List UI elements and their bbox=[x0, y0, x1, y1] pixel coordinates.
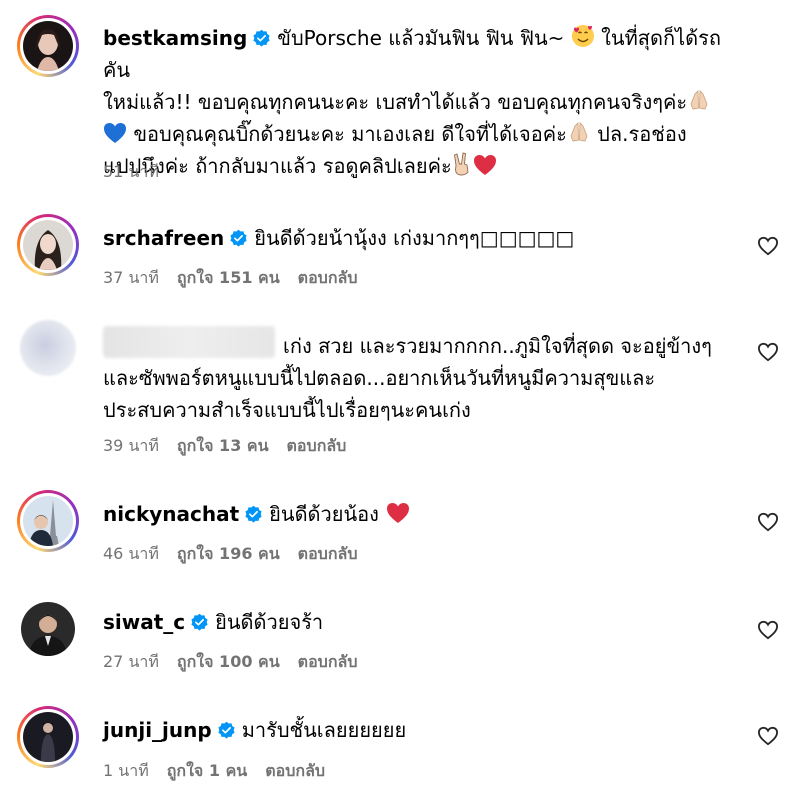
comment-body: และซัพพอร์ตหนูแบบนี้ไปตลอด...อยากเห็นวัน… bbox=[103, 366, 656, 390]
likes-count[interactable]: ถูกใจ 196 คน bbox=[177, 544, 280, 563]
comment-item: srchafreen ยินดีด้วยน้านุ้งง เก่งมากๆๆ□□□… bbox=[0, 214, 800, 294]
comment-meta: 37 นาที ถูกใจ 151 คน ตอบกลับ bbox=[103, 266, 375, 291]
avatar-ring[interactable] bbox=[17, 706, 79, 768]
reply-button[interactable]: ตอบกลับ bbox=[298, 544, 358, 563]
comment-time[interactable]: 37 นาที bbox=[103, 268, 159, 287]
verified-badge-icon bbox=[230, 229, 247, 247]
comment-time[interactable]: 39 นาที bbox=[103, 436, 159, 455]
caption: bestkamsing ขับPorsche แล้วมันฟิน ฟิน ฟิน… bbox=[0, 10, 800, 185]
smiling-face-with-hearts-icon bbox=[571, 25, 594, 47]
avatar-ring[interactable] bbox=[17, 490, 79, 552]
comment-body: ยินดีด้วยน้านุ้งง เก่งมากๆๆ□□□□□ bbox=[254, 226, 575, 250]
likes-count[interactable]: ถูกใจ 100 คน bbox=[177, 652, 280, 671]
comment-username[interactable]: nickynachat bbox=[103, 502, 239, 526]
comment-body: มารับชั้นเลยยยยยย bbox=[241, 718, 407, 742]
like-heart-icon[interactable] bbox=[757, 620, 779, 640]
avatar bbox=[23, 220, 73, 270]
comment-meta: 27 นาที ถูกใจ 100 คน ตอบกลับ bbox=[103, 650, 375, 675]
victory-hand-icon bbox=[453, 152, 469, 176]
like-heart-icon[interactable] bbox=[757, 726, 779, 746]
comment-body: เก่ง สวย และรวยมากกกก..ภูมิใจที่สุดด จะอ… bbox=[283, 334, 712, 358]
red-heart-icon bbox=[473, 155, 496, 175]
verified-badge-icon bbox=[191, 613, 208, 631]
verified-badge-icon bbox=[253, 29, 270, 47]
comment-text: siwat_c ยินดีด้วยจร้า bbox=[103, 606, 743, 638]
reply-button[interactable]: ตอบกลับ bbox=[287, 436, 347, 455]
caption-text-part: ปล.รอช่อง bbox=[590, 122, 687, 146]
comment-text: srchafreen ยินดีด้วยน้านุ้งง เก่งมากๆๆ□□□… bbox=[103, 222, 743, 254]
like-heart-icon[interactable] bbox=[757, 342, 779, 362]
verified-badge-icon bbox=[218, 721, 235, 739]
avatar-ring[interactable] bbox=[17, 15, 79, 77]
comment-meta: 39 นาที ถูกใจ 13 คน ตอบกลับ bbox=[103, 434, 364, 459]
comment-text: เก่ง สวย และรวยมากกกก..ภูมิใจที่สุดด จะอ… bbox=[103, 330, 743, 426]
comment-text: nickynachat ยินดีด้วยน้อง bbox=[103, 498, 743, 530]
avatar bbox=[23, 21, 73, 71]
avatar bbox=[23, 712, 73, 762]
likes-count[interactable]: ถูกใจ 151 คน bbox=[177, 268, 280, 287]
likes-count[interactable]: ถูกใจ 1 คน bbox=[167, 761, 247, 780]
avatar-plain[interactable] bbox=[17, 598, 79, 660]
verified-badge-icon bbox=[245, 505, 262, 523]
comment-username[interactable]: srchafreen bbox=[103, 226, 224, 250]
comment-meta: 46 นาที ถูกใจ 196 คน ตอบกลับ bbox=[103, 542, 375, 567]
avatar bbox=[23, 496, 73, 546]
caption-text-part: ขับPorsche แล้วมันฟิน ฟิน ฟิน~ bbox=[277, 26, 565, 50]
comment-body: ยินดีด้วยน้อง bbox=[269, 502, 386, 526]
comment-body: ยินดีด้วยจร้า bbox=[215, 610, 324, 634]
comment-time[interactable]: 51 นาที bbox=[103, 162, 159, 181]
comment-item: nickynachat ยินดีด้วยน้อง 46 นาที ถูกใจ 19… bbox=[0, 490, 800, 570]
comment-item: เก่ง สวย และรวยมากกกก..ภูมิใจที่สุดด จะอ… bbox=[0, 318, 800, 463]
caption-text-part: ใหม่แล้ว!! ขอบคุณทุกคนนะคะ เบสทำได้แล้ว … bbox=[103, 90, 688, 114]
comment-username[interactable]: siwat_c bbox=[103, 610, 185, 634]
reply-button[interactable]: ตอบกลับ bbox=[298, 652, 358, 671]
caption-text-part: ขอบคุณคุณบิ๊กด้วยนะคะ มาเองเลย ดีใจที่ได… bbox=[127, 122, 567, 146]
comment-time[interactable]: 1 นาที bbox=[103, 761, 149, 780]
like-heart-icon[interactable] bbox=[757, 236, 779, 256]
comment-time[interactable]: 27 นาที bbox=[103, 652, 159, 671]
red-heart-icon bbox=[387, 503, 410, 523]
blue-heart-icon bbox=[104, 123, 126, 143]
folded-hands-icon bbox=[570, 122, 588, 142]
comment-body: ประสบความสำเร็จแบบนี้ไปเรื่อยๆนะคนเก่ง bbox=[103, 398, 471, 422]
like-heart-icon[interactable] bbox=[757, 512, 779, 532]
comment-meta: 1 นาที ถูกใจ 1 คน ตอบกลับ bbox=[103, 759, 343, 784]
comment-username[interactable]: junji_junp bbox=[103, 718, 212, 742]
avatar-blurred[interactable] bbox=[20, 320, 76, 376]
avatar-ring[interactable] bbox=[17, 214, 79, 276]
comment-item: junji_junp มารับชั้นเลยยยยยย 1 นาที ถูกใจ … bbox=[0, 706, 800, 801]
reply-button[interactable]: ตอบกลับ bbox=[298, 268, 358, 287]
comment-time[interactable]: 46 นาที bbox=[103, 544, 159, 563]
caption-text: bestkamsing ขับPorsche แล้วมันฟิน ฟิน ฟิน… bbox=[103, 22, 743, 182]
reply-button[interactable]: ตอบกลับ bbox=[265, 761, 325, 780]
folded-hands-icon bbox=[690, 90, 708, 110]
likes-count[interactable]: ถูกใจ 13 คน bbox=[177, 436, 269, 455]
comment-item: siwat_c ยินดีด้วยจร้า 27 นาที ถูกใจ 100 คน… bbox=[0, 598, 800, 678]
caption-username[interactable]: bestkamsing bbox=[103, 26, 247, 50]
avatar bbox=[21, 602, 75, 656]
comment-text: junji_junp มารับชั้นเลยยยยยย bbox=[103, 714, 743, 746]
caption-meta: 51 นาที bbox=[103, 160, 177, 185]
